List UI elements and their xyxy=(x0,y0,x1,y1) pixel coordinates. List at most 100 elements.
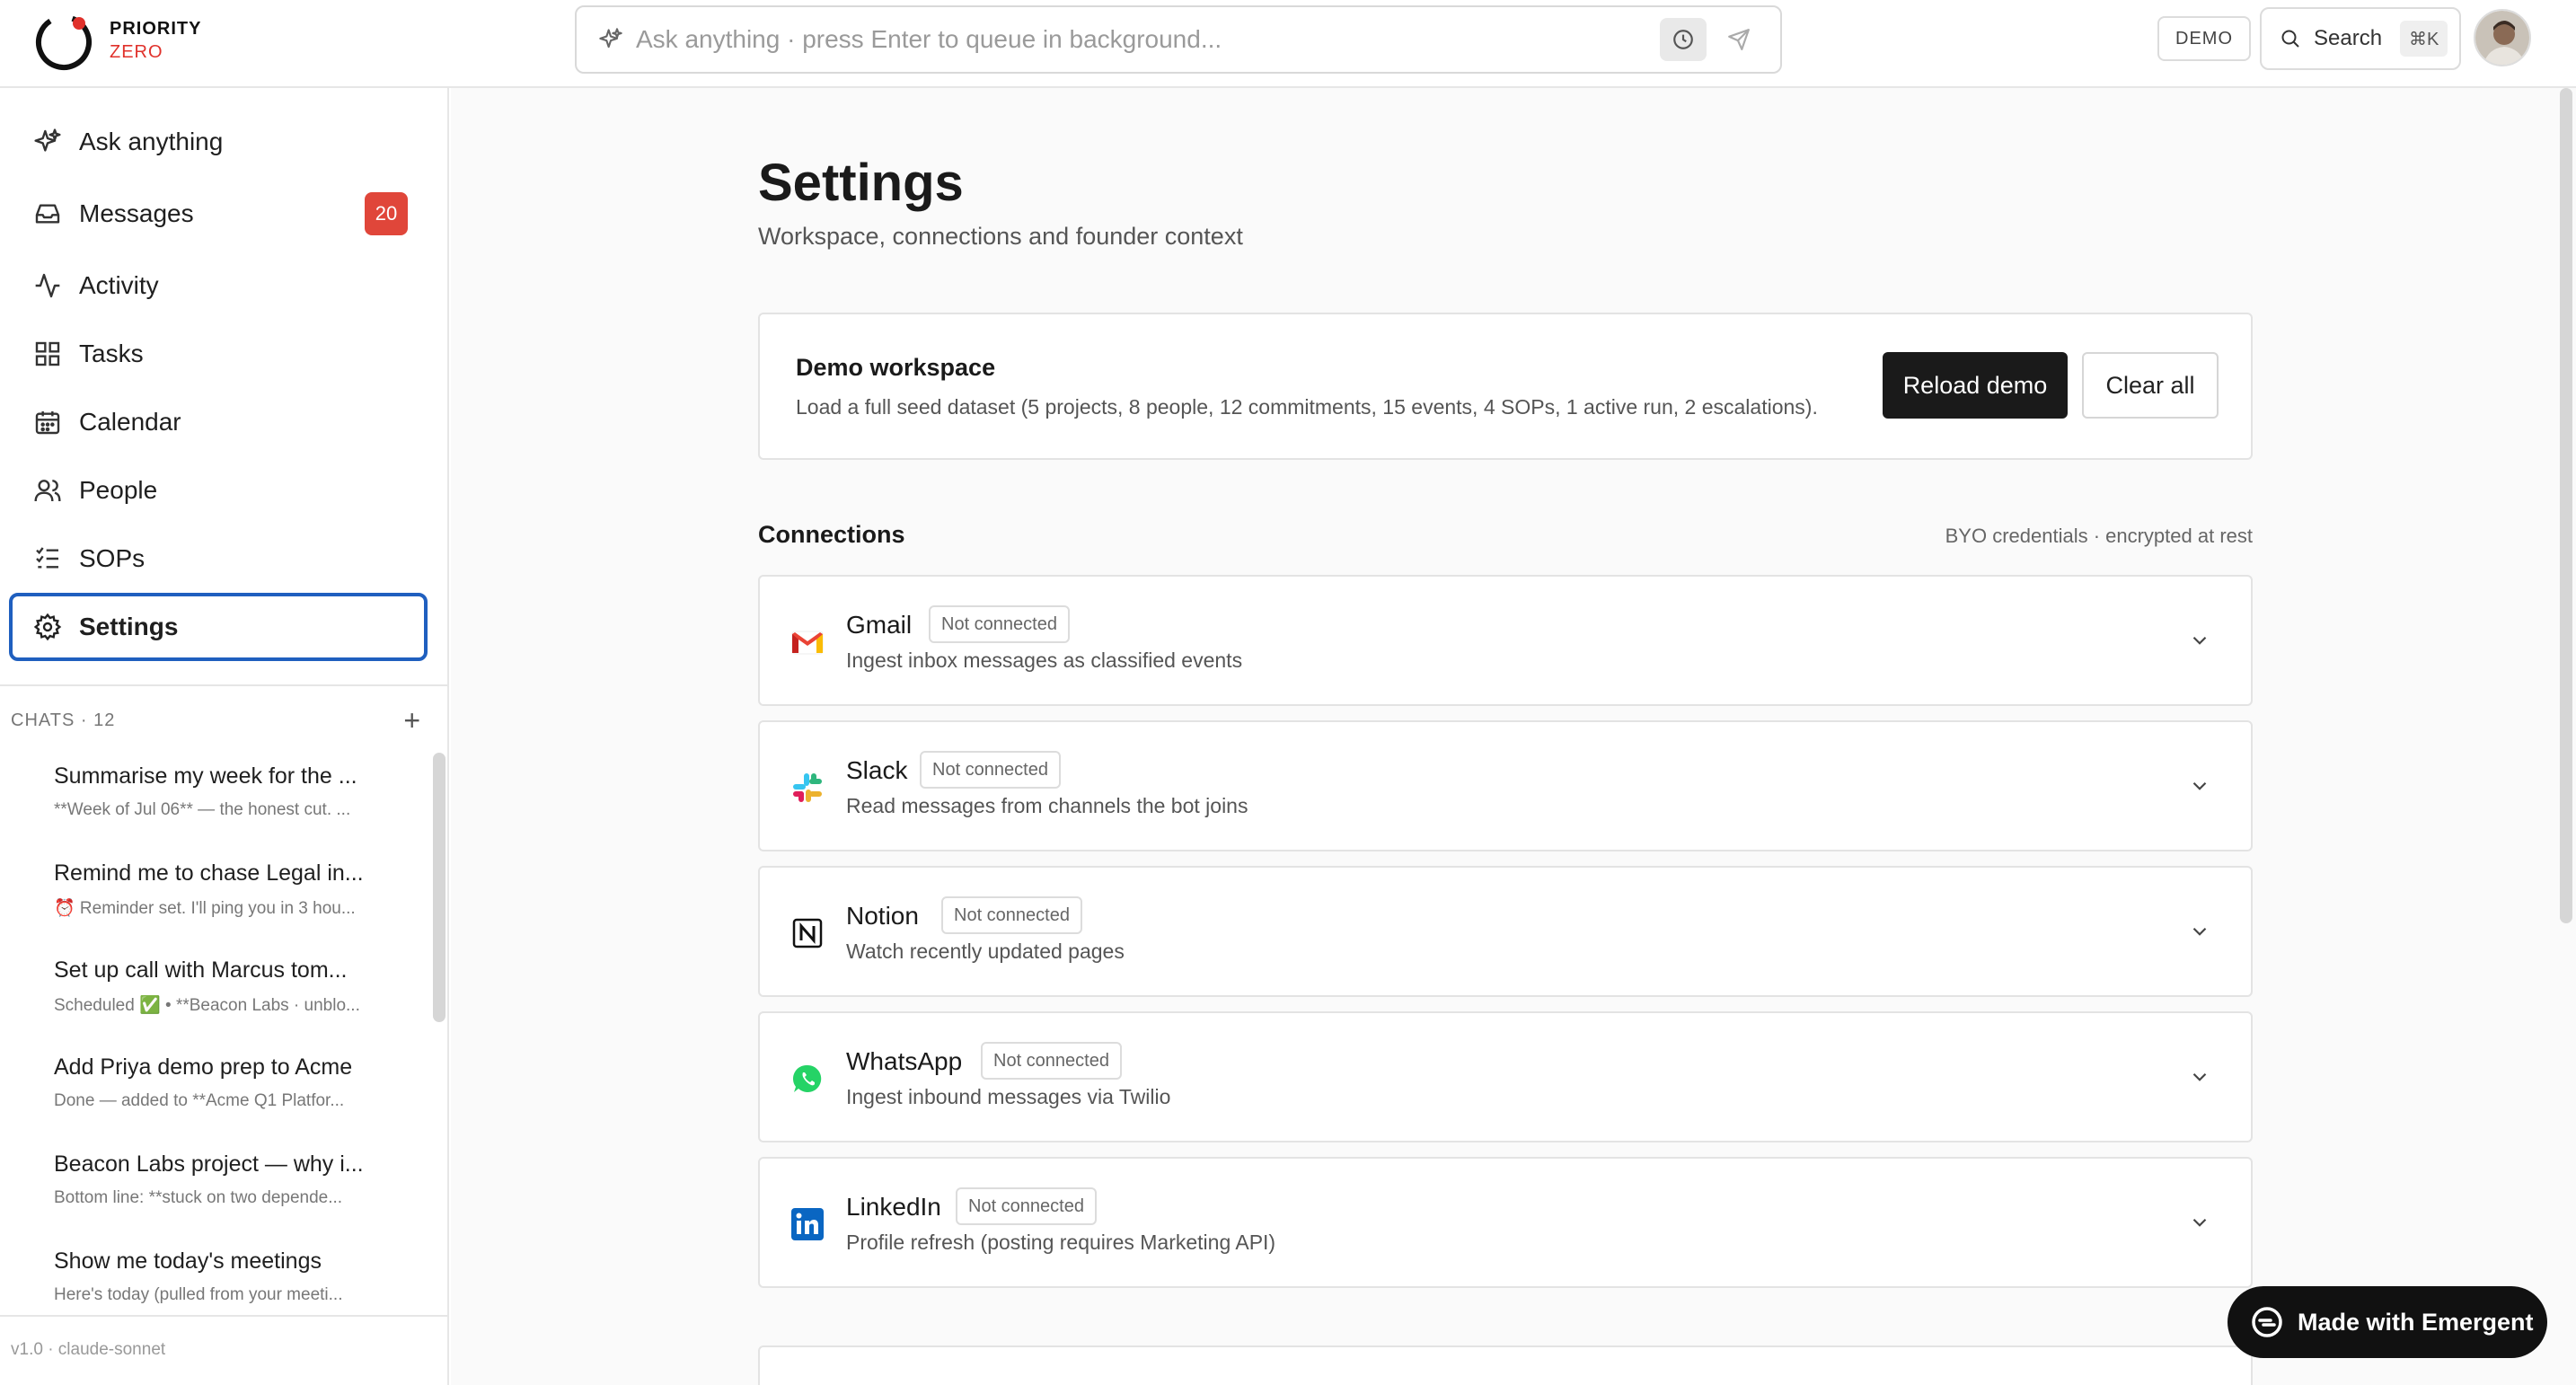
top-bar: PRIORITY ZERO DEMO Search ⌘K xyxy=(0,0,2576,88)
chat-snippet: **Week of Jul 06** — the honest cut. ... xyxy=(54,800,351,819)
connection-status-badge: Not connected xyxy=(981,1042,1122,1080)
calendar-icon xyxy=(32,407,63,437)
chat-list-item[interactable]: Set up call with Marcus tom... Scheduled… xyxy=(54,957,413,1016)
connection-status-badge: Not connected xyxy=(941,896,1082,934)
chevron-down-icon[interactable] xyxy=(2188,1211,2211,1234)
connections-title: Connections xyxy=(758,521,905,548)
demo-workspace-description: Load a full seed dataset (5 projects, 8 … xyxy=(796,395,1818,419)
sidebar-item-label: People xyxy=(79,476,158,504)
main-content: Settings Workspace, connections and foun… xyxy=(451,88,2576,1385)
sparkle-icon xyxy=(32,127,63,157)
connection-card-notion[interactable]: Notion Not connected Watch recently upda… xyxy=(758,866,2253,997)
user-avatar-icon xyxy=(2475,11,2529,65)
new-chat-icon[interactable]: + xyxy=(403,706,420,735)
connection-description: Ingest inbound messages via Twilio xyxy=(846,1085,1171,1108)
chat-title: Add Priya demo prep to Acme xyxy=(54,1054,353,1080)
connection-card-linkedin[interactable]: LinkedIn Not connected Profile refresh (… xyxy=(758,1157,2253,1288)
search-button[interactable]: Search ⌘K xyxy=(2260,7,2461,70)
connection-name: LinkedIn xyxy=(846,1193,941,1221)
brand-line-1: PRIORITY xyxy=(110,19,202,39)
chat-snippet: Here's today (pulled from your meeti... xyxy=(54,1285,343,1304)
connection-description: Profile refresh (posting requires Market… xyxy=(846,1231,1276,1254)
chevron-down-icon[interactable] xyxy=(2188,1065,2211,1089)
main-scrollbar[interactable] xyxy=(2560,88,2572,923)
connection-name: Notion xyxy=(846,902,919,930)
sidebar-item-people[interactable]: People xyxy=(9,456,428,525)
demo-workspace-heading: Demo workspace xyxy=(796,354,996,381)
people-icon xyxy=(32,475,63,506)
connection-description: Watch recently updated pages xyxy=(846,940,1125,963)
chat-list-item[interactable]: Beacon Labs project — why i... Bottom li… xyxy=(54,1151,413,1208)
version-label: v1.0 · claude-sonnet xyxy=(11,1340,166,1359)
brand-line-2: ZERO xyxy=(110,42,163,62)
linkedin-icon xyxy=(789,1205,826,1243)
chat-snippet: Done — added to **Acme Q1 Platfor... xyxy=(54,1091,345,1110)
sidebar-item-messages[interactable]: Messages 20 xyxy=(9,180,428,248)
schedule-button[interactable] xyxy=(1660,18,1707,61)
unread-count-badge: 20 xyxy=(365,192,408,235)
sidebar-item-label: Tasks xyxy=(79,340,144,367)
connections-note: BYO credentials · encrypted at rest xyxy=(1945,525,2253,547)
sidebar-item-activity[interactable]: Activity xyxy=(9,251,428,320)
inbox-icon xyxy=(32,198,63,229)
slack-icon xyxy=(789,769,826,807)
brand-name: PRIORITY ZERO xyxy=(110,17,201,64)
connection-card-whatsapp[interactable]: WhatsApp Not connected Ingest inbound me… xyxy=(758,1011,2253,1142)
connection-description: Read messages from channels the bot join… xyxy=(846,794,1248,817)
sidebar-item-label: Settings xyxy=(79,613,179,640)
connection-description: Ingest inbox messages as classified even… xyxy=(846,648,1243,672)
sidebar-item-label: SOPs xyxy=(79,544,146,572)
sidebar-item-label: Ask anything xyxy=(79,128,224,155)
send-button[interactable] xyxy=(1716,18,1762,61)
notion-icon xyxy=(789,914,826,952)
chat-list-item[interactable]: Show me today's meetings Here's today (p… xyxy=(54,1248,413,1305)
activity-icon xyxy=(32,270,63,301)
sidebar-item-sops[interactable]: SOPs xyxy=(9,525,428,593)
sidebar: Ask anything Messages 20 Activity Tasks xyxy=(0,88,449,1385)
chat-title: Summarise my week for the ... xyxy=(54,763,357,789)
chat-title: Remind me to chase Legal in... xyxy=(54,860,364,886)
sidebar-item-calendar[interactable]: Calendar xyxy=(9,388,428,456)
chevron-down-icon[interactable] xyxy=(2188,920,2211,943)
page-subtitle: Workspace, connections and founder conte… xyxy=(758,223,1243,250)
sidebar-item-label: Messages xyxy=(79,199,194,227)
brand-logo[interactable]: PRIORITY ZERO xyxy=(32,9,201,72)
connection-card-slack[interactable]: Slack Not connected Read messages from c… xyxy=(758,720,2253,851)
sidebar-item-label: Calendar xyxy=(79,408,181,436)
page-title: Settings xyxy=(758,154,964,212)
ask-bar[interactable] xyxy=(575,5,1782,74)
search-label: Search xyxy=(2314,26,2383,50)
clear-all-button[interactable]: Clear all xyxy=(2082,352,2219,419)
connection-name: WhatsApp xyxy=(846,1047,963,1075)
sidebar-item-tasks[interactable]: Tasks xyxy=(9,320,428,388)
checklist-icon xyxy=(32,543,63,574)
sidebar-item-ask-anything[interactable]: Ask anything xyxy=(9,108,428,176)
avatar[interactable] xyxy=(2474,9,2531,66)
grid-icon xyxy=(32,339,63,369)
sidebar-item-label: Activity xyxy=(79,271,159,299)
chat-list-item[interactable]: Add Priya demo prep to Acme Done — added… xyxy=(54,1054,413,1111)
connection-card-gmail[interactable]: Gmail Not connected Ingest inbox message… xyxy=(758,575,2253,706)
ask-input[interactable] xyxy=(636,25,1660,54)
made-with-emergent-badge[interactable]: Made with Emergent xyxy=(2228,1286,2547,1358)
chevron-down-icon[interactable] xyxy=(2188,629,2211,652)
connection-name: Slack xyxy=(846,756,908,784)
chat-title: Beacon Labs project — why i... xyxy=(54,1151,364,1177)
gmail-icon xyxy=(789,623,826,661)
connection-status-badge: Not connected xyxy=(920,751,1061,789)
connection-name: Gmail xyxy=(846,611,913,639)
sidebar-divider xyxy=(0,684,449,686)
chat-snippet: Bottom line: **stuck on two depende... xyxy=(54,1188,343,1207)
chat-list-item[interactable]: Summarise my week for the ... **Week of … xyxy=(54,763,413,820)
reload-demo-button[interactable]: Reload demo xyxy=(1883,352,2068,419)
chats-header: CHATS · 12 + xyxy=(11,706,420,735)
sidebar-footer: v1.0 · claude-sonnet xyxy=(0,1315,447,1385)
chats-scrollbar[interactable] xyxy=(433,753,446,1022)
chat-list-item[interactable]: Remind me to chase Legal in... ⏰ Reminde… xyxy=(54,860,413,919)
sidebar-item-settings[interactable]: Settings xyxy=(9,593,428,661)
search-shortcut: ⌘K xyxy=(2400,21,2448,57)
chevron-down-icon[interactable] xyxy=(2188,774,2211,798)
chat-snippet: Scheduled ✅ • **Beacon Labs · unblo... xyxy=(54,996,360,1015)
send-icon xyxy=(1728,29,1750,50)
chats-title: CHATS · 12 xyxy=(11,710,116,730)
